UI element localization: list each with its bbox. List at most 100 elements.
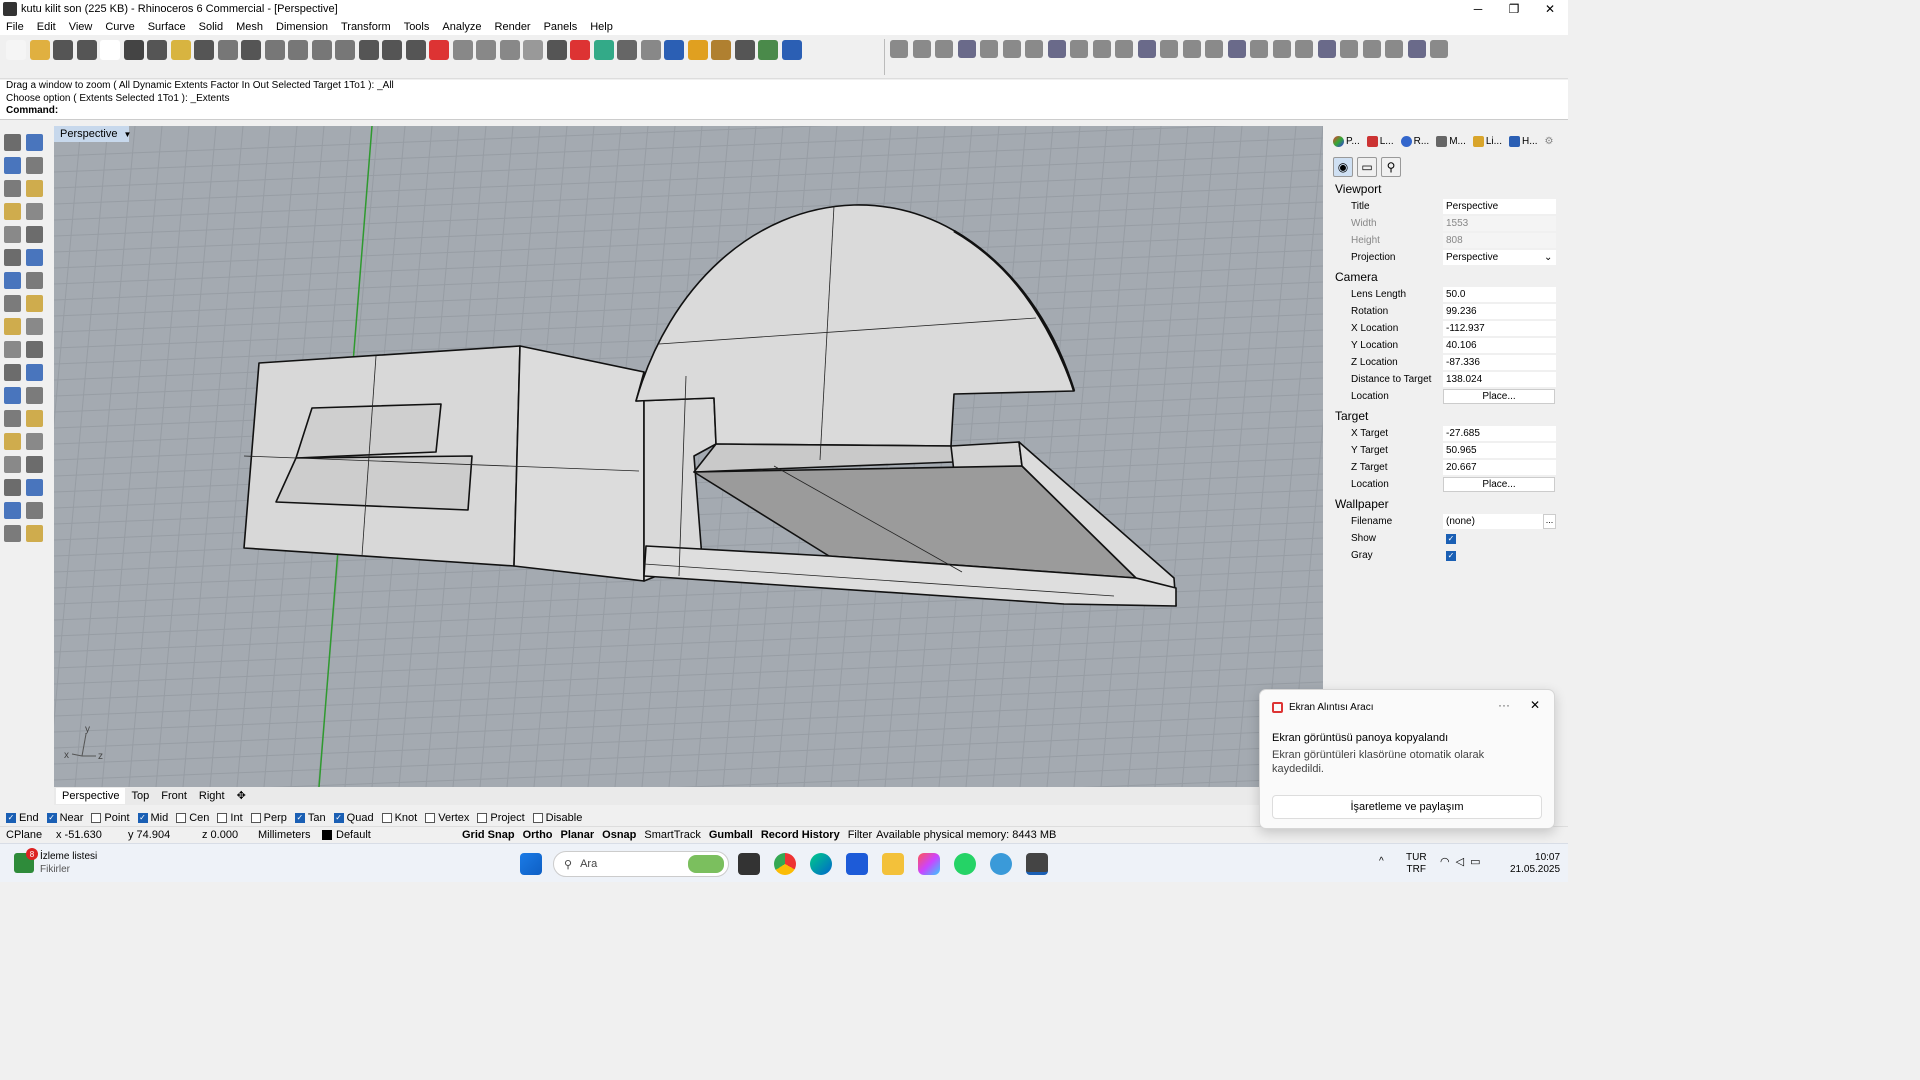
modeling-tool-icon[interactable]: [26, 341, 43, 358]
four-views-icon[interactable]: [382, 40, 402, 60]
volume-icon[interactable]: ◁: [1456, 855, 1464, 868]
current-layer[interactable]: Default: [336, 829, 462, 841]
transform-tool-icon[interactable]: [1227, 40, 1246, 58]
osnap-cen[interactable]: Cen: [176, 812, 209, 824]
modeling-tool-icon[interactable]: [26, 479, 43, 496]
material-icon[interactable]: [570, 40, 590, 60]
planar-button[interactable]: Planar: [561, 829, 595, 841]
modeling-tool-icon[interactable]: [26, 295, 43, 312]
osnap-project[interactable]: Project: [477, 812, 525, 824]
globe-icon[interactable]: [758, 40, 778, 60]
osnap-point[interactable]: Point: [91, 812, 130, 824]
osnap-checkbox[interactable]: [477, 812, 488, 823]
rhino-taskbar-icon[interactable]: [1026, 853, 1048, 875]
tab-top[interactable]: Top: [125, 788, 155, 804]
zoom-selected-icon[interactable]: [335, 40, 355, 60]
blue-sphere-icon[interactable]: [664, 40, 684, 60]
tab-materials[interactable]: M...: [1436, 135, 1466, 147]
transform-tool-icon[interactable]: [1407, 40, 1426, 58]
caret-down-icon[interactable]: ▼: [123, 130, 131, 139]
modeling-tool-icon[interactable]: [26, 157, 43, 174]
osnap-int[interactable]: Int: [217, 812, 243, 824]
open-icon[interactable]: [29, 40, 50, 60]
import-icon[interactable]: [100, 40, 120, 60]
modeling-tool-icon[interactable]: [4, 318, 21, 335]
modeling-tool-icon[interactable]: [4, 341, 21, 358]
modeling-tool-icon[interactable]: [4, 203, 21, 220]
modeling-tool-icon[interactable]: [4, 157, 21, 174]
filter-button[interactable]: Filter: [848, 829, 872, 841]
start-windows-icon[interactable]: [520, 853, 542, 875]
modeling-tool-icon[interactable]: [4, 295, 21, 312]
osnap-checkbox[interactable]: [217, 812, 228, 823]
modeling-tool-icon[interactable]: [4, 410, 21, 427]
ortho-button[interactable]: Ortho: [523, 829, 553, 841]
transform-tool-icon[interactable]: [1002, 40, 1021, 58]
target-prop-value[interactable]: -27.685: [1443, 426, 1556, 441]
move-view-icon[interactable]: [241, 40, 261, 60]
modeling-tool-icon[interactable]: [26, 203, 43, 220]
transform-tool-icon[interactable]: [1025, 40, 1043, 58]
osnap-checkbox[interactable]: [91, 812, 102, 823]
undo-icon[interactable]: [194, 40, 214, 60]
transform-tool-icon[interactable]: [1272, 40, 1291, 58]
menu-dimension[interactable]: Dimension: [276, 21, 328, 33]
modeling-tool-icon[interactable]: [26, 249, 43, 266]
tab-help[interactable]: H...: [1508, 135, 1538, 147]
osnap-knot[interactable]: Knot: [381, 812, 417, 824]
help-icon[interactable]: [781, 40, 802, 60]
menu-render[interactable]: Render: [495, 21, 531, 33]
menu-tools[interactable]: Tools: [404, 21, 430, 33]
camera-prop-value[interactable]: 138.024: [1443, 372, 1556, 387]
tab-libraries[interactable]: Li...: [1472, 135, 1502, 147]
transform-tool-icon[interactable]: [1160, 40, 1178, 58]
modeling-tool-icon[interactable]: [4, 226, 21, 243]
osnap-quad[interactable]: ✓ Quad: [333, 812, 374, 824]
tab-front[interactable]: Front: [155, 788, 193, 804]
tray-chevron-icon[interactable]: ^: [1379, 856, 1384, 867]
print-icon[interactable]: [76, 40, 97, 60]
widgets-button[interactable]: 8 İzleme listesi Fikirler: [14, 848, 97, 876]
modeling-tool-icon[interactable]: [4, 249, 21, 266]
transform-tool-icon[interactable]: [1182, 40, 1201, 58]
battery-icon[interactable]: ▭: [1470, 855, 1480, 868]
gray-checkbox[interactable]: ✓: [1446, 550, 1456, 561]
modeling-tool-icon[interactable]: [26, 410, 43, 427]
object-icon[interactable]: ⚲: [1381, 157, 1401, 177]
osnap-perp[interactable]: Perp: [250, 812, 287, 824]
viewport-prop-value[interactable]: Perspective: [1443, 250, 1556, 265]
target-prop-value[interactable]: 20.667: [1443, 460, 1556, 475]
paste-icon[interactable]: [170, 40, 191, 60]
app-icon[interactable]: [990, 853, 1012, 875]
rotate-view-icon[interactable]: [358, 40, 379, 60]
transform-tool-icon[interactable]: [1317, 40, 1336, 58]
modeling-tool-icon[interactable]: [4, 456, 21, 473]
tab-render[interactable]: R...: [1400, 135, 1429, 147]
modeling-tool-icon[interactable]: [26, 318, 43, 335]
menu-surface[interactable]: Surface: [148, 21, 186, 33]
modeling-tool-icon[interactable]: [26, 226, 43, 243]
chrome-icon[interactable]: [774, 853, 796, 875]
osnap-button[interactable]: Osnap: [602, 829, 636, 841]
wifi-icon[interactable]: ◠: [1440, 855, 1450, 868]
transform-tool-icon[interactable]: [1137, 40, 1156, 58]
modeling-tool-icon[interactable]: [26, 456, 43, 473]
transform-tool-icon[interactable]: [1092, 40, 1111, 58]
modeling-tool-icon[interactable]: [26, 364, 43, 381]
target-prop-value[interactable]: 50.965: [1443, 443, 1556, 458]
transform-tool-icon[interactable]: [957, 40, 976, 58]
osnap-mid[interactable]: ✓ Mid: [137, 812, 168, 824]
transform-tool-icon[interactable]: [1430, 40, 1448, 58]
taskbar-search[interactable]: ⚲ Ara: [553, 851, 729, 877]
color-wheel-icon[interactable]: [593, 40, 614, 60]
modeling-tool-icon[interactable]: [26, 525, 43, 542]
osnap-vertex[interactable]: Vertex: [425, 812, 469, 824]
dimension-icon[interactable]: [734, 40, 755, 60]
modeling-tool-icon[interactable]: [26, 433, 43, 450]
hide-icon[interactable]: [452, 40, 473, 60]
tab-layers[interactable]: L...: [1366, 135, 1394, 147]
zoom-window-icon[interactable]: [288, 40, 308, 60]
add-viewport-tab-icon[interactable]: ✥: [231, 788, 252, 804]
transform-tool-icon[interactable]: [1362, 40, 1381, 58]
file-explorer-icon[interactable]: [882, 853, 904, 875]
